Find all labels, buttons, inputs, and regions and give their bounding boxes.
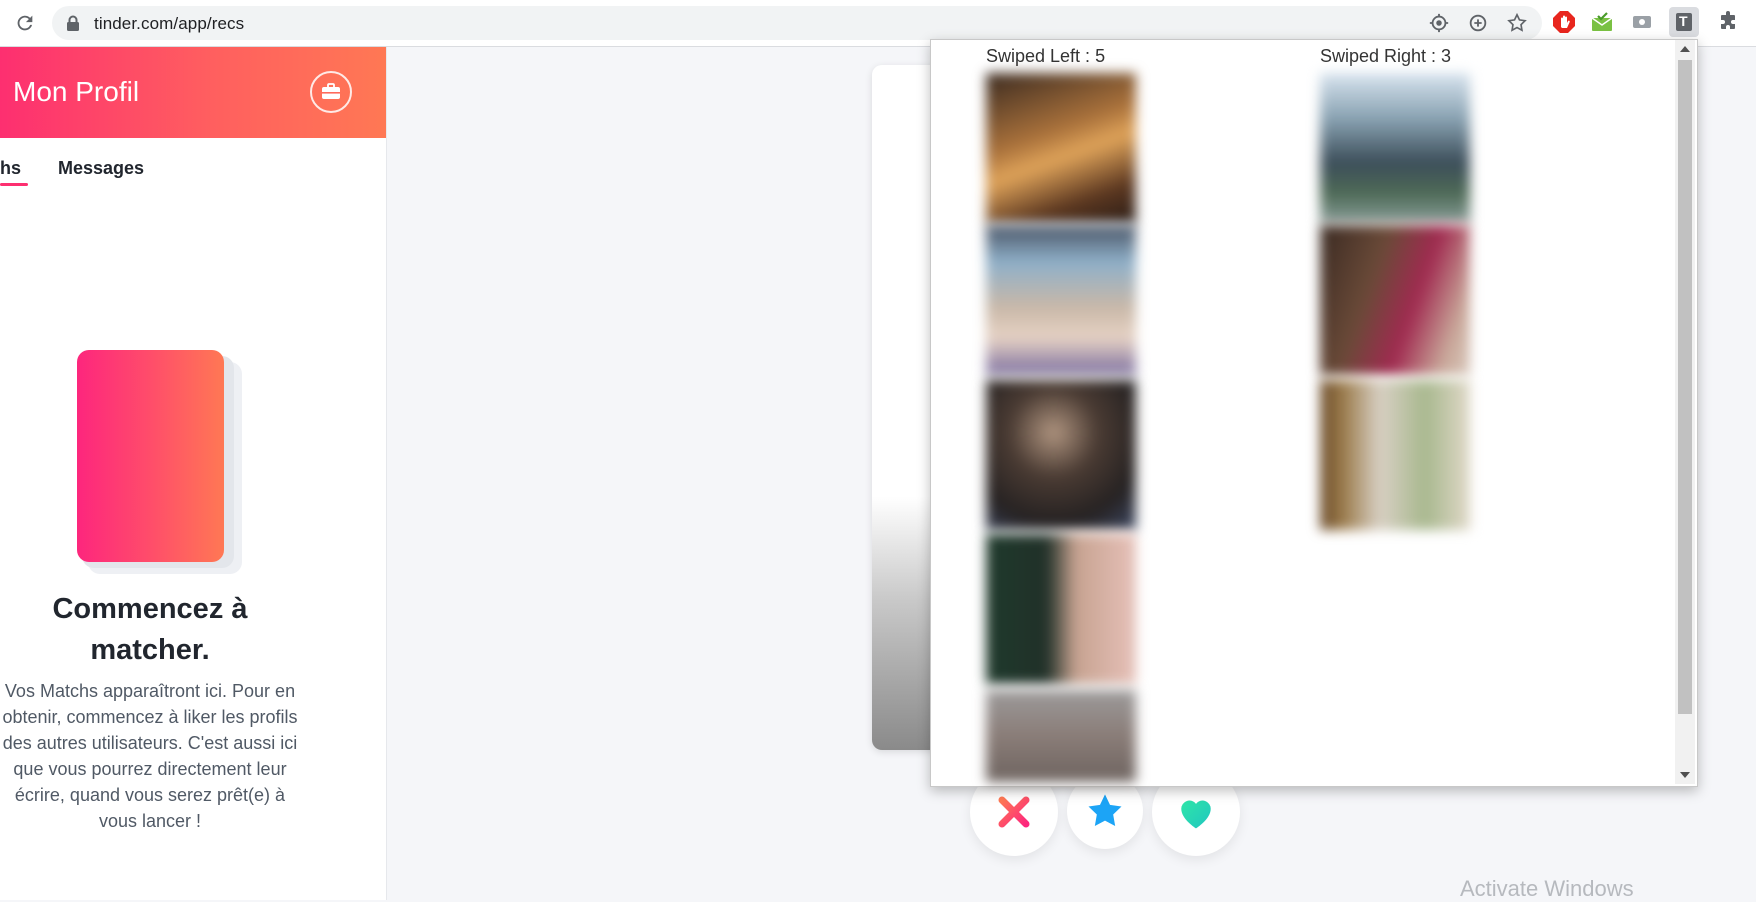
close-icon [998,796,1030,828]
swiped-right-thumbnail[interactable] [1320,225,1470,375]
star-icon [1088,794,1122,826]
scroll-up-arrow-icon[interactable] [1680,46,1690,52]
t-ext-icon: T [1679,13,1688,29]
popup-scrollbar[interactable] [1675,40,1695,784]
extensions-area: T [1552,6,1756,40]
swiped-left-thumbnail[interactable] [986,225,1136,375]
adblock-icon[interactable] [1552,10,1576,34]
url-text[interactable]: tinder.com/app/recs [94,14,244,34]
sidebar: Mon Profil hs Messages Commencez à match… [0,47,387,900]
profile-header[interactable]: Mon Profil [0,47,386,138]
empty-matches-card-illustration [77,350,224,562]
location-icon[interactable] [1428,12,1450,34]
scroll-down-arrow-icon[interactable] [1680,772,1690,778]
lock-icon[interactable] [66,15,80,31]
reload-icon[interactable] [12,12,38,34]
heart-icon [1181,800,1211,829]
mail-ext-icon[interactable] [1590,10,1614,34]
empty-state-description: Vos Matchs apparaîtront ici. Pour en obt… [2,681,298,831]
swipe-tracker-popup: Swiped Left : 5 Swiped Right : 3 [930,39,1698,787]
swiped-left-thumbnail[interactable] [986,73,1136,223]
empty-state-title: Commencez à matcher. [52,593,248,666]
scrollbar-thumb[interactable] [1678,60,1692,714]
swiped-right-label: Swiped Right : 3 [1320,46,1452,66]
swiped-left-thumbnail[interactable] [986,690,1136,782]
swiped-left-thumbnail[interactable] [986,380,1136,530]
swiped-right-thumbnail[interactable] [1320,380,1470,530]
tab-messages[interactable]: Messages [58,158,144,179]
swiped-right-thumbnail[interactable] [1320,73,1470,223]
tab-matches[interactable]: hs [0,158,21,179]
zoom-icon[interactable] [1467,12,1489,34]
star-icon[interactable] [1506,12,1528,34]
briefcase-icon [322,83,340,99]
address-bar[interactable]: tinder.com/app/recs [52,6,1542,40]
active-tab-indicator [0,183,28,186]
work-mode-button[interactable] [310,71,352,113]
screen-ext-icon[interactable] [1630,10,1654,34]
t-ext-button[interactable]: T [1669,7,1699,37]
swiped-left-label: Swiped Left : 5 [986,46,1106,66]
puzzle-icon[interactable] [1716,10,1740,34]
swiped-left-thumbnail[interactable] [986,534,1136,684]
profile-title[interactable]: Mon Profil [13,76,139,108]
activate-windows-watermark: Activate Windows [1460,876,1634,901]
